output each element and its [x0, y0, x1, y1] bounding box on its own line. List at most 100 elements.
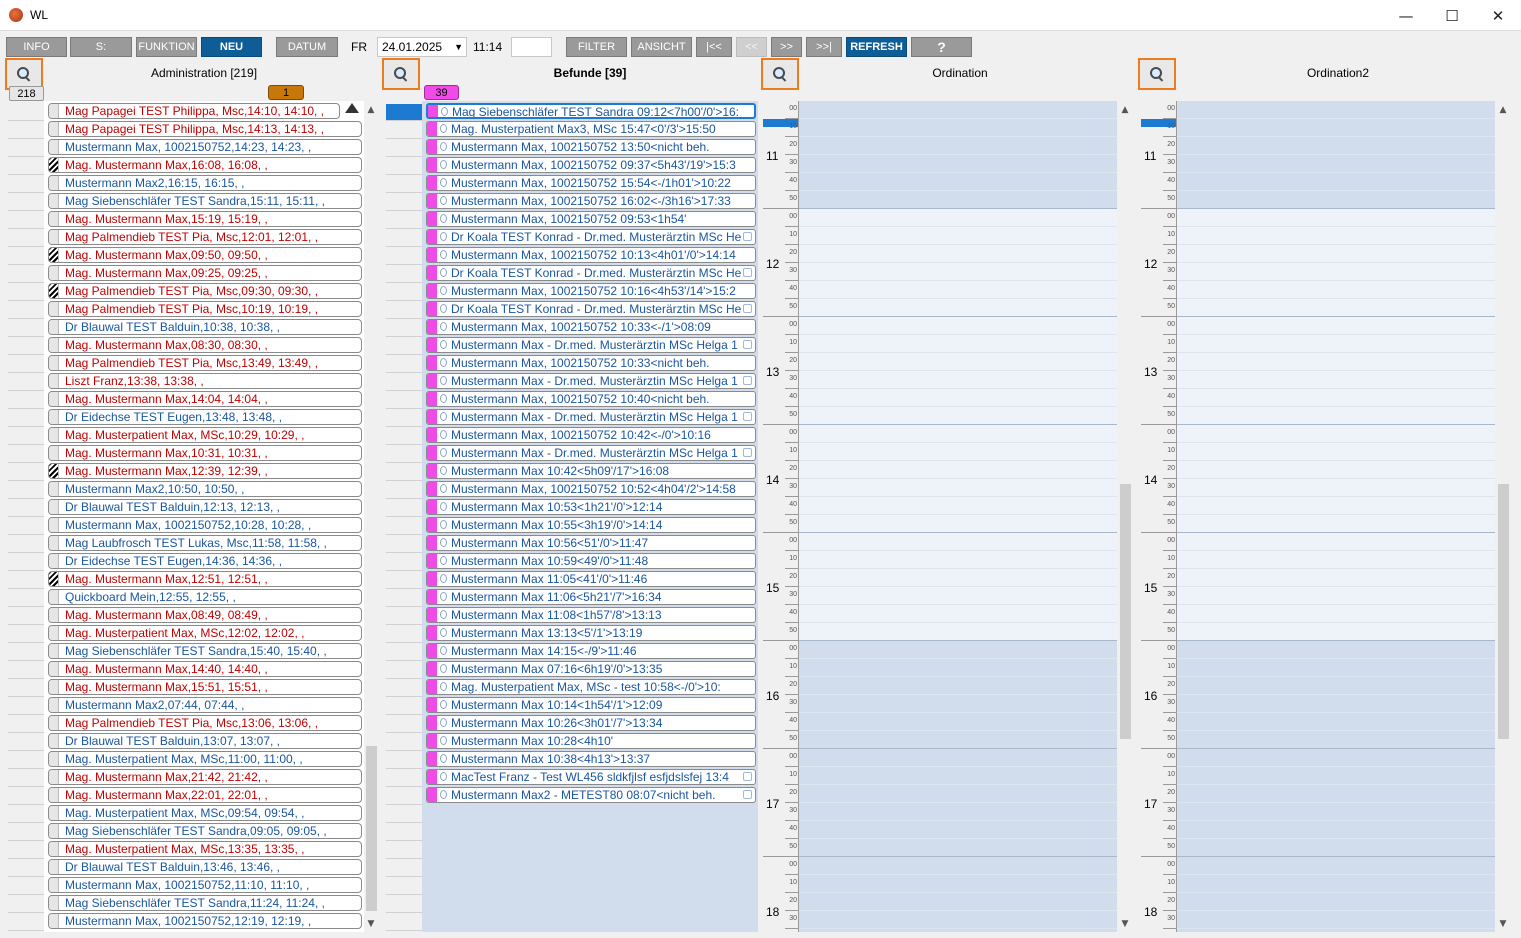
time-slot[interactable]	[799, 101, 1117, 119]
list-item[interactable]: Mustermann Max 10:26<3h01'/7'>13:34	[426, 715, 756, 731]
time-slot[interactable]	[1177, 263, 1495, 281]
time-slot[interactable]	[1177, 641, 1495, 659]
list-item[interactable]: Mustermann Max, 1002150752 10:52<4h04'/2…	[426, 481, 756, 497]
scroll-up-icon[interactable]: ▲	[364, 103, 378, 117]
list-item[interactable]: Mustermann Max2 - METEST80 08:07<nicht b…	[426, 787, 756, 803]
list-item[interactable]: Mustermann Max 13:13<5'/1'>13:19	[426, 625, 756, 641]
time-slot[interactable]	[1177, 785, 1495, 803]
time-slot[interactable]	[799, 623, 1117, 641]
time-slot[interactable]	[1177, 119, 1495, 137]
list-item[interactable]: Mag. Mustermann Max,16:08, 16:08, ,	[48, 157, 362, 173]
list-item[interactable]: Mag Palmendieb TEST Pia, Msc,13:06, 13:0…	[48, 715, 362, 731]
list-item[interactable]: Mustermann Max 07:16<6h19'/0'>13:35	[426, 661, 756, 677]
list-item[interactable]: Dr Eidechse TEST Eugen,14:36, 14:36, ,	[48, 553, 362, 569]
next-page-button[interactable]: >>	[771, 37, 802, 57]
list-item[interactable]: Mustermann Max2,16:15, 16:15, ,	[48, 175, 362, 191]
scroll-down-icon[interactable]: ▼	[364, 917, 378, 931]
refresh-button[interactable]: REFRESH	[846, 37, 907, 57]
time-slot[interactable]	[799, 497, 1117, 515]
list-item[interactable]: Mustermann Max, 1002150752 10:33<-/1'>08…	[426, 319, 756, 335]
list-item[interactable]: Mag. Mustermann Max,09:25, 09:25, ,	[48, 265, 362, 281]
time-slot[interactable]	[1177, 461, 1495, 479]
time-slot[interactable]	[799, 515, 1117, 533]
scroll-thumb[interactable]	[1498, 484, 1509, 739]
time-slot[interactable]	[1177, 821, 1495, 839]
time-slot[interactable]	[799, 713, 1117, 731]
list-item[interactable]: Mustermann Max, 1002150752 13:50<nicht b…	[426, 139, 756, 155]
time-slot[interactable]	[799, 587, 1117, 605]
list-item[interactable]: Mag. Mustermann Max,08:30, 08:30, ,	[48, 337, 362, 353]
time-slot[interactable]	[1177, 713, 1495, 731]
list-item[interactable]: Mustermann Max 10:14<1h54'/1'>12:09	[426, 697, 756, 713]
list-item[interactable]: Mag. Mustermann Max,09:50, 09:50, ,	[48, 247, 362, 263]
list-item[interactable]: Mustermann Max - Dr.med. Musterärztin MS…	[426, 337, 756, 353]
time-slot[interactable]	[799, 569, 1117, 587]
time-slot[interactable]	[1177, 209, 1495, 227]
list-item[interactable]: Mustermann Max2,07:44, 07:44, ,	[48, 697, 362, 713]
time-slot[interactable]	[1177, 929, 1495, 932]
attachment-icon[interactable]	[743, 772, 752, 781]
scroll-up-icon[interactable]: ▲	[1496, 103, 1510, 117]
time-slot[interactable]	[799, 857, 1117, 875]
attachment-icon[interactable]	[743, 268, 752, 277]
time-slot[interactable]	[1177, 227, 1495, 245]
time-input[interactable]	[511, 37, 552, 57]
list-item[interactable]: Dr Blauwal TEST Balduin,13:07, 13:07, ,	[48, 733, 362, 749]
time-slot[interactable]	[799, 119, 1117, 137]
time-slot[interactable]	[799, 641, 1117, 659]
scroll-up-icon[interactable]: ▲	[1118, 103, 1132, 117]
list-item[interactable]: Mag. Musterpatient Max3, MSc 15:47<0'/3'…	[426, 121, 756, 137]
time-slot[interactable]	[799, 551, 1117, 569]
time-slot[interactable]	[799, 695, 1117, 713]
list-item[interactable]: Mustermann Max 11:08<1h57'/8'>13:13	[426, 607, 756, 623]
list-item[interactable]: Mustermann Max2,10:50, 10:50, ,	[48, 481, 362, 497]
list-item[interactable]: Mustermann Max 10:56<51'/0'>11:47	[426, 535, 756, 551]
time-slot[interactable]	[1177, 659, 1495, 677]
time-slot[interactable]	[1177, 497, 1495, 515]
time-slot[interactable]	[799, 137, 1117, 155]
list-item[interactable]: Mustermann Max, 1002150752 16:02<-/3h16'…	[426, 193, 756, 209]
time-slot[interactable]	[799, 875, 1117, 893]
time-slot[interactable]	[799, 317, 1117, 335]
list-item[interactable]: Dr Koala TEST Konrad - Dr.med. Musterärz…	[426, 301, 756, 317]
time-slot[interactable]	[1177, 803, 1495, 821]
time-slot[interactable]	[1177, 911, 1495, 929]
list-item[interactable]: Dr Eidechse TEST Eugen,13:48, 13:48, ,	[48, 409, 362, 425]
time-slot[interactable]	[1177, 335, 1495, 353]
list-item[interactable]: Mustermann Max 10:59<49'/0'>11:48	[426, 553, 756, 569]
list-item[interactable]: Mag Siebenschläfer TEST Sandra,09:05, 09…	[48, 823, 362, 839]
info-button[interactable]: INFO	[6, 37, 67, 57]
time-slot[interactable]	[799, 785, 1117, 803]
time-slot[interactable]	[799, 461, 1117, 479]
list-item[interactable]: Mustermann Max - Dr.med. Musterärztin MS…	[426, 409, 756, 425]
date-picker[interactable]: 24.01.2025 ▼	[377, 37, 467, 57]
scroll-down-icon[interactable]: ▼	[1496, 917, 1510, 931]
time-slot[interactable]	[799, 929, 1117, 932]
ordination-search-button[interactable]	[761, 58, 799, 90]
time-slot[interactable]	[799, 677, 1117, 695]
time-slot[interactable]	[799, 389, 1117, 407]
time-slot[interactable]	[799, 443, 1117, 461]
list-item[interactable]: Mag Palmendieb TEST Pia, Msc,13:49, 13:4…	[48, 355, 362, 371]
list-item[interactable]: Mag. Mustermann Max,15:19, 15:19, ,	[48, 211, 362, 227]
time-slot[interactable]	[799, 155, 1117, 173]
time-slot[interactable]	[799, 281, 1117, 299]
list-item[interactable]: Dr Koala TEST Konrad - Dr.med. Musterärz…	[426, 229, 756, 245]
list-item[interactable]: Mustermann Max - Dr.med. Musterärztin MS…	[426, 445, 756, 461]
calendar-scrollbar[interactable]: ▲ ▼	[1118, 101, 1133, 932]
time-slot[interactable]	[1177, 101, 1495, 119]
list-item[interactable]: Mustermann Max 11:05<41'/0'>11:46	[426, 571, 756, 587]
time-slot[interactable]	[1177, 767, 1495, 785]
list-item[interactable]: Mustermann Max, 1002150752 10:40<nicht b…	[426, 391, 756, 407]
befunde-search-button[interactable]	[382, 58, 420, 90]
scroll-thumb[interactable]	[366, 746, 377, 911]
list-item[interactable]: Mag. Mustermann Max,14:04, 14:04, ,	[48, 391, 362, 407]
time-slot[interactable]	[799, 209, 1117, 227]
chevron-down-icon[interactable]: ▼	[454, 38, 463, 56]
time-slot[interactable]	[1177, 317, 1495, 335]
admin-scrollbar[interactable]: ▲ ▼	[364, 101, 379, 932]
time-slot[interactable]	[1177, 299, 1495, 317]
list-item[interactable]: Mag Palmendieb TEST Pia, Msc,12:01, 12:0…	[48, 229, 362, 245]
list-item[interactable]: Mag. Musterpatient Max, MSc,10:29, 10:29…	[48, 427, 362, 443]
time-slot[interactable]	[799, 371, 1117, 389]
